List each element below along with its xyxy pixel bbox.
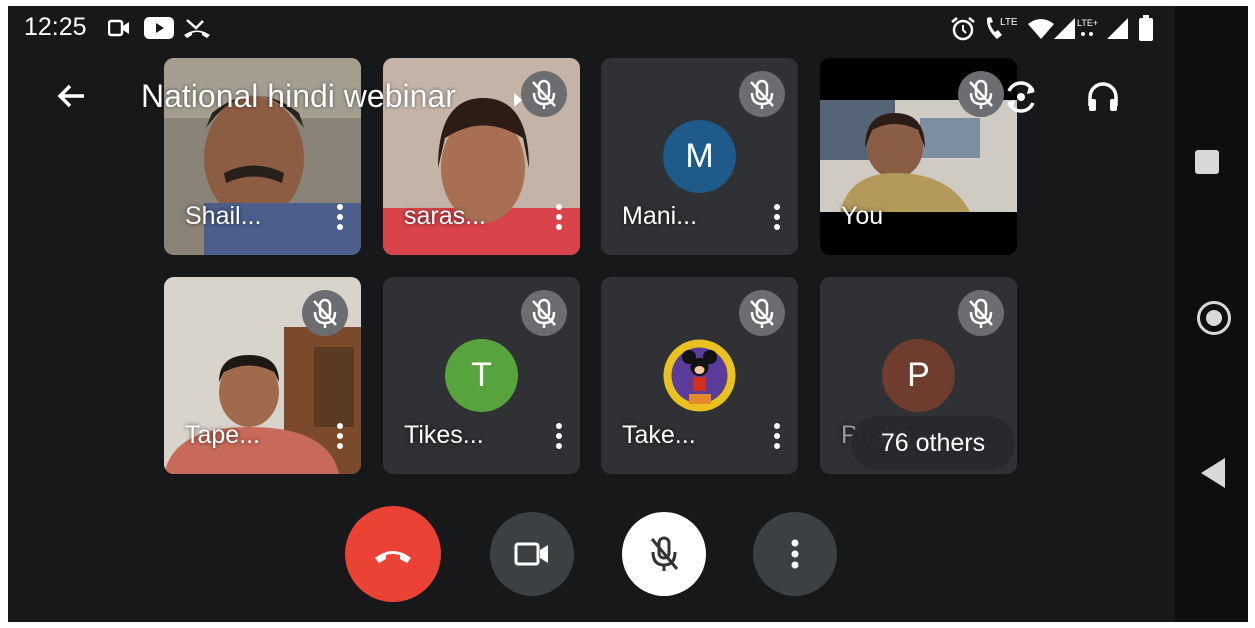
end-call-icon (375, 551, 411, 563)
muted-mic-icon (521, 290, 567, 336)
phone-screen: 12:25 LTE LTE+ Shail... saras... M Mani.… (8, 6, 1248, 622)
participant-name: Tikes... (404, 421, 484, 449)
participant-name: Shail... (185, 202, 262, 230)
more-vert-icon (791, 539, 799, 569)
mic-off-icon (650, 536, 679, 571)
lte-call-icon: LTE (984, 15, 1024, 48)
back-arrow-icon[interactable] (52, 76, 92, 116)
muted-mic-icon (302, 290, 348, 336)
caret-right-icon[interactable] (513, 92, 523, 113)
signal-icon: LTE+ (1053, 17, 1101, 46)
participant-tile[interactable]: Take... (601, 277, 798, 474)
muted-mic-icon (739, 71, 785, 117)
participant-name: Tape... (185, 421, 261, 449)
participant-name: Take... (622, 421, 696, 449)
participant-tile[interactable]: Tape... (164, 277, 361, 474)
muted-mic-icon (958, 290, 1004, 336)
youtube-icon (144, 17, 174, 44)
participant-avatar: P (882, 339, 955, 412)
battery-icon (1139, 15, 1153, 46)
more-options-button[interactable] (753, 512, 837, 596)
video-icon (107, 19, 130, 42)
lte-plus-label: LTE+ (1077, 18, 1098, 28)
more-options-icon[interactable] (553, 421, 565, 455)
participant-tile[interactable]: T Tikes... (383, 277, 580, 474)
participant-tile[interactable]: M Mani... (601, 58, 798, 255)
participant-avatar: M (663, 120, 736, 193)
nav-back-button[interactable] (1201, 458, 1225, 488)
participant-name: saras... (404, 202, 486, 230)
video-camera-icon (514, 542, 548, 566)
recents-button[interactable] (1195, 150, 1219, 174)
participant-name: You (841, 202, 884, 230)
end-call-button[interactable] (345, 506, 441, 602)
cartoon-avatar-image (663, 339, 736, 412)
muted-mic-icon (521, 71, 567, 117)
muted-mic-icon (958, 71, 1004, 117)
lte-label: LTE (1000, 17, 1018, 28)
more-options-icon[interactable] (771, 202, 783, 236)
meeting-title[interactable]: National hindi webinar (141, 78, 456, 115)
microphone-button[interactable] (622, 512, 706, 596)
alarm-icon (950, 16, 976, 47)
others-chip[interactable]: 76 others (851, 416, 1015, 470)
camera-button[interactable] (490, 512, 574, 596)
status-time: 12:25 (24, 13, 87, 41)
more-options-icon[interactable] (334, 421, 346, 455)
more-options-icon[interactable] (553, 202, 565, 236)
participant-name: Mani... (622, 202, 698, 230)
participant-avatar: T (445, 339, 518, 412)
more-options-icon[interactable] (771, 421, 783, 455)
meet-call-view: 12:25 LTE LTE+ Shail... saras... M Mani.… (8, 6, 1175, 622)
home-button[interactable] (1197, 301, 1231, 335)
participant-tile-self[interactable]: You (820, 58, 1017, 255)
headphones-icon[interactable] (1082, 76, 1124, 123)
flip-camera-icon[interactable] (1000, 76, 1042, 123)
signal-2-icon (1106, 17, 1130, 46)
muted-mic-icon (739, 290, 785, 336)
wifi-icon (1027, 18, 1055, 45)
missed-call-icon (183, 16, 211, 45)
more-options-icon[interactable] (334, 202, 346, 236)
